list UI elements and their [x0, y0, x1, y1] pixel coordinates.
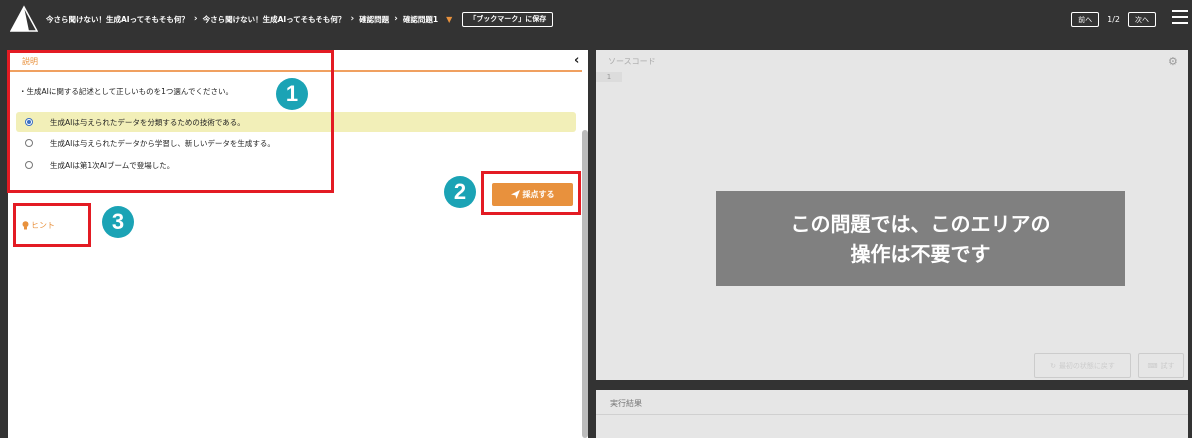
- next-button[interactable]: 次へ: [1128, 12, 1156, 27]
- chevron-right-icon: ›: [193, 14, 198, 24]
- breadcrumb-item[interactable]: 確認問題: [359, 14, 389, 25]
- divider: [596, 414, 1188, 415]
- source-code-tab[interactable]: ソースコード: [608, 56, 656, 67]
- annotation-badge-3: 3: [102, 206, 134, 238]
- top-bar: 今さら聞けない！生成AIってそもそも何？ › 今さら聞けない！生成AIってそもそ…: [0, 0, 1192, 38]
- source-code-panel: ソースコード ⚙ 1 この問題では、このエリアの 操作は不要です ↻ 最初の状態…: [596, 50, 1188, 380]
- menu-icon[interactable]: [1172, 10, 1188, 26]
- scrollbar[interactable]: [582, 130, 588, 438]
- annotation-box-2: [481, 171, 581, 215]
- breadcrumb-item[interactable]: 今さら聞けない！生成AIってそもそも何？: [46, 14, 189, 25]
- chevron-right-icon: ›: [394, 14, 398, 24]
- disabled-area-message: この問題では、このエリアの 操作は不要です: [716, 191, 1125, 286]
- breadcrumb-item[interactable]: 確認問題1: [403, 14, 438, 25]
- annotation-badge-1: 1: [276, 78, 308, 110]
- dropdown-triangle-icon[interactable]: ▼: [446, 15, 452, 24]
- annotation-box-1: [7, 50, 334, 193]
- collapse-chevron-icon[interactable]: ‹: [574, 53, 579, 68]
- gear-icon[interactable]: ⚙: [1168, 55, 1178, 68]
- annotation-box-3: [13, 203, 91, 247]
- bookmark-button[interactable]: 「ブックマーク」に保存: [462, 11, 554, 27]
- logo-icon[interactable]: [10, 5, 38, 33]
- try-button-label: 試す: [1160, 361, 1175, 370]
- result-panel: 実行結果: [596, 390, 1188, 438]
- annotation-badge-2: 2: [444, 176, 476, 208]
- reset-button[interactable]: ↻ 最初の状態に戻す: [1034, 353, 1131, 378]
- pager: 前へ 1/2 次へ: [1071, 12, 1156, 27]
- prev-button[interactable]: 前へ: [1071, 12, 1100, 27]
- line-number: 1: [596, 72, 622, 82]
- reset-icon: ↻: [1050, 361, 1056, 370]
- result-tab[interactable]: 実行結果: [610, 398, 642, 409]
- breadcrumb: 今さら聞けない！生成AIってそもそも何？ › 今さら聞けない！生成AIってそもそ…: [46, 11, 554, 27]
- chevron-right-icon: ›: [350, 14, 355, 24]
- page-indicator: 1/2: [1107, 15, 1120, 24]
- keyboard-icon: ⌨: [1147, 361, 1158, 370]
- reset-button-label: 最初の状態に戻す: [1058, 361, 1115, 370]
- breadcrumb-item[interactable]: 今さら聞けない！生成AIってそもそも何？: [203, 14, 346, 25]
- try-button[interactable]: ⌨ 試す: [1138, 353, 1184, 378]
- overlay-line-2: 操作は不要です: [850, 241, 991, 266]
- overlay-line-1: この問題では、このエリアの: [790, 211, 1051, 236]
